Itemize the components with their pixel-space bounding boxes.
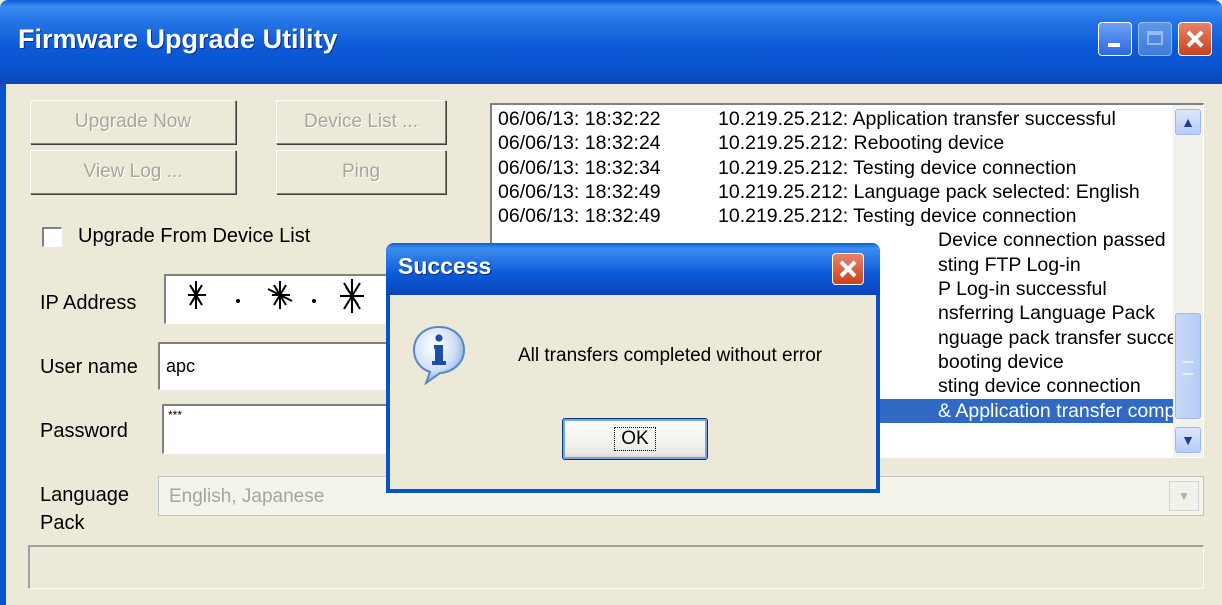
log-text: booting device [938,350,1064,373]
chevron-down-icon[interactable]: ▼ [1169,481,1199,511]
dialog-body: All transfers completed without error OK [390,295,876,489]
dialog-close-button[interactable] [832,253,864,285]
ok-button-label: OK [614,427,656,451]
device-list-button[interactable]: Device List ... [276,100,446,144]
log-text: nsferring Language Pack [938,302,1155,325]
log-time: 06/06/13: 18:32:24 [498,132,661,155]
ping-button[interactable]: Ping [276,150,446,194]
log-text: 10.219.25.212: Testing device connection [718,156,1077,179]
log-time: 06/06/13: 18:32:49 [498,180,661,203]
log-text: 10.219.25.212: Language pack selected: E… [718,180,1140,203]
dialog-message: All transfers completed without error [518,345,823,366]
dialog-title-bar[interactable]: Success [386,243,880,295]
upgrade-from-list-label[interactable]: Upgrade From Device List [78,225,310,248]
log-line[interactable]: 06/06/13: 18:32:34 10.219.25.212: Testing… [498,156,1188,180]
maximize-button[interactable] [1138,22,1172,56]
success-dialog: Success All transfers completed without … [386,243,880,493]
language-pack-label: Language Pack [40,484,129,534]
log-line[interactable]: 06/06/13: 18:32:24 10.219.25.212: Rebooti… [498,131,1188,155]
obscured-ip-scribble [188,279,364,313]
user-name-value: apc [166,356,196,376]
main-window: Firmware Upgrade Utility Upgrade Now Dev… [0,0,1222,605]
view-log-button[interactable]: View Log ... [30,150,236,194]
log-text: 10.219.25.212: Testing device connection [718,205,1077,228]
log-time: 06/06/13: 18:32:34 [498,156,661,179]
log-text: & Application transfer complete [938,399,1188,422]
minimize-button[interactable] [1098,22,1132,56]
log-text: 10.219.25.212: Rebooting device [718,132,1005,155]
log-text: Device connection passed [938,229,1166,252]
log-line[interactable]: 06/06/13: 18:32:22 10.219.25.212: Applica… [498,107,1188,131]
password-label: Password [40,420,128,442]
ok-button[interactable]: OK [562,418,708,460]
password-value: *** [168,408,183,422]
scroll-thumb[interactable] [1175,313,1201,419]
log-text: nguage pack transfer successf [938,326,1188,349]
scroll-up-icon[interactable]: ▲ [1175,109,1201,135]
window-frame [0,84,6,605]
log-scrollbar[interactable]: ▲ ▼ [1173,105,1203,457]
log-text: P Log-in successful [938,278,1107,301]
upgrade-from-list-checkbox[interactable] [42,227,62,247]
user-name-label: User name [40,356,138,378]
ip-address-label: IP Address [40,292,137,314]
log-line[interactable]: 06/06/13: 18:32:49 10.219.25.212: Testing… [498,204,1188,228]
scroll-down-icon[interactable]: ▼ [1175,427,1201,453]
status-bar [28,545,1204,589]
title-bar[interactable]: Firmware Upgrade Utility [0,0,1222,84]
information-icon [412,325,466,385]
close-button[interactable] [1178,22,1212,56]
log-line[interactable]: 06/06/13: 18:32:49 10.219.25.212: Languag… [498,180,1188,204]
log-text: sting FTP Log-in [938,253,1081,276]
log-text: sting device connection [938,375,1141,398]
log-time: 06/06/13: 18:32:49 [498,205,661,228]
window-title: Firmware Upgrade Utility [18,24,338,54]
log-text: 10.219.25.212: Application transfer succ… [718,108,1116,130]
log-time: 06/06/13: 18:32:22 [498,108,661,130]
language-pack-value: English, Japanese [169,486,325,507]
upgrade-now-button[interactable]: Upgrade Now [30,100,236,144]
dialog-title: Success [398,253,492,279]
